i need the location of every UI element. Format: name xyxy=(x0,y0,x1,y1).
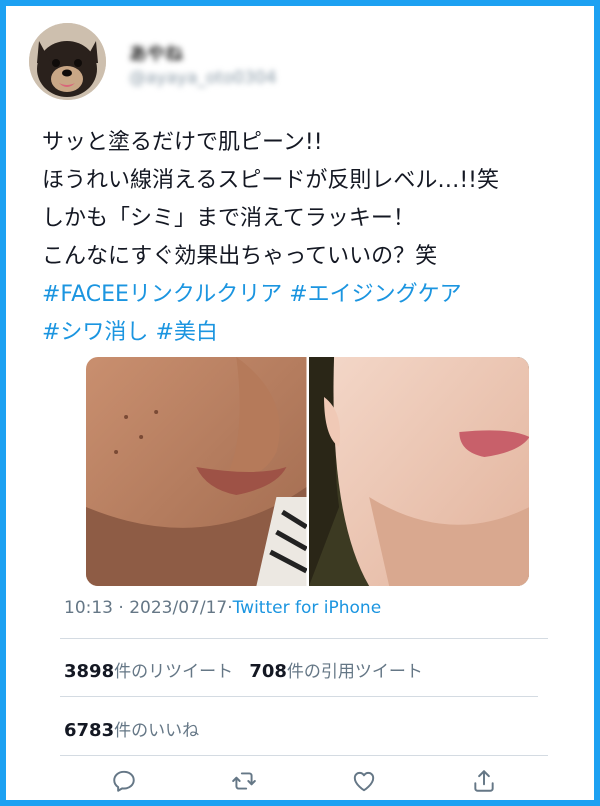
tweet-body: サッと塗るだけで肌ピーン!! ほうれい線消えるスピードが反則レベル…!!笑 しか… xyxy=(42,124,582,352)
retweets-label: 件のリツイート xyxy=(114,662,234,682)
tweet-line: しかも「シミ」まで消えてラッキー！ xyxy=(42,206,415,231)
quotes-count: 708 xyxy=(249,661,287,682)
retweet-icon xyxy=(232,772,256,790)
retweet-quote-stats: 3898件のリツイート 708件の引用ツイート xyxy=(64,657,423,682)
share-button[interactable] xyxy=(424,763,544,799)
after-photo[interactable] xyxy=(308,357,529,586)
retweet-button[interactable] xyxy=(184,763,304,799)
divider xyxy=(60,696,538,697)
dog-avatar-icon xyxy=(29,23,106,100)
user-display-name[interactable]: あやね xyxy=(129,40,183,66)
hashtag-link[interactable]: #エイジングケア xyxy=(289,282,461,307)
tweet-date[interactable]: 2023/07/17 xyxy=(129,598,227,618)
reply-button[interactable] xyxy=(64,763,184,799)
divider xyxy=(60,638,548,639)
tweet-source-link[interactable]: Twitter for iPhone xyxy=(233,598,382,618)
quotes-stat[interactable]: 708件の引用ツイート xyxy=(249,661,423,682)
avatar[interactable] xyxy=(29,23,106,100)
likes-stat[interactable]: 6783件のいいね xyxy=(64,716,199,741)
quotes-label: 件の引用ツイート xyxy=(286,662,423,682)
tweet-line: ほうれい線消えるスピードが反則レベル…!!笑 xyxy=(42,168,499,193)
hashtag-line: #FACEEリンクルクリア #エイジングケア xyxy=(42,276,582,314)
like-icon xyxy=(353,771,375,792)
face-after-image xyxy=(308,357,529,586)
tweet-meta: 10:13 · 2023/07/17·Twitter for iPhone xyxy=(64,598,381,618)
hashtag-link[interactable]: #美白 xyxy=(155,320,217,345)
tweet-line: サッと塗るだけで肌ピーン!! xyxy=(42,130,323,155)
likes-count: 6783 xyxy=(64,720,115,741)
reply-icon xyxy=(113,770,135,792)
user-handle[interactable]: @ayaya_oto0304 xyxy=(129,68,277,88)
tweet-frame: あやね @ayaya_oto0304 サッと塗るだけで肌ピーン!! ほうれい線消… xyxy=(0,0,600,806)
share-icon xyxy=(474,770,494,792)
divider xyxy=(60,755,548,756)
action-bar xyxy=(64,763,544,799)
retweets-count: 3898 xyxy=(64,661,115,682)
tweet-line: こんなにすぐ効果出ちゃっていいの？笑 xyxy=(42,244,438,269)
hashtag-link[interactable]: #シワ消し xyxy=(42,320,148,345)
meta-separator: · xyxy=(113,598,130,618)
face-before-image xyxy=(86,357,307,586)
tweet-media[interactable] xyxy=(86,357,529,586)
hashtag-line: #シワ消し #美白 xyxy=(42,314,582,352)
tweet-time[interactable]: 10:13 xyxy=(64,598,113,618)
before-photo[interactable] xyxy=(86,357,307,586)
likes-label: 件のいいね xyxy=(114,721,200,741)
retweets-stat[interactable]: 3898件のリツイート xyxy=(64,661,234,682)
hashtag-link[interactable]: #FACEEリンクルクリア xyxy=(42,282,282,307)
like-button[interactable] xyxy=(304,763,424,799)
